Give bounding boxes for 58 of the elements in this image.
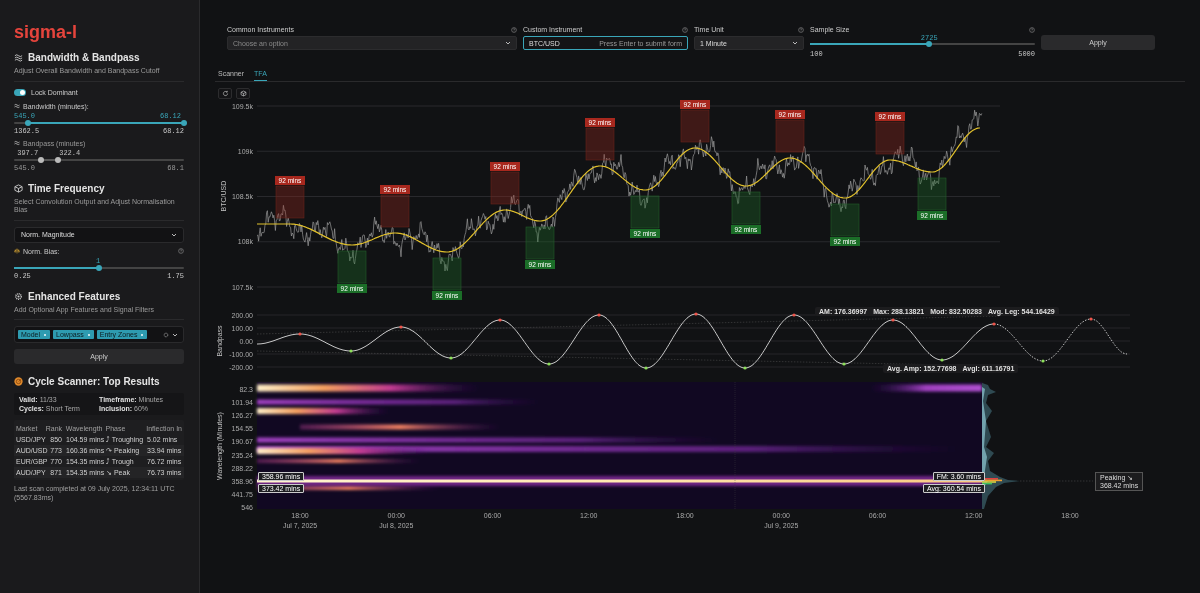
trough-dot (449, 356, 453, 360)
cycle-zone (775, 119, 805, 153)
caret-icon (172, 332, 178, 337)
trough-dot (349, 349, 353, 353)
cube-icon (14, 183, 23, 193)
slider-track[interactable] (14, 121, 184, 124)
peak-dot (694, 312, 698, 316)
slider-thumb[interactable] (96, 264, 102, 271)
peak-dot (399, 325, 403, 329)
section-title: Bandwidth & Bandpass (28, 52, 140, 63)
cycle-zone (380, 194, 410, 228)
peak-dot (792, 313, 796, 317)
slider-track[interactable] (14, 266, 184, 269)
trough-dot (940, 358, 944, 362)
trough-dot (743, 366, 747, 370)
cycle-zone (275, 185, 305, 219)
peak-dot (597, 313, 601, 317)
section-title: Cycle Scanner: Top Results (28, 376, 160, 387)
cycle-zone (731, 191, 761, 225)
cycle-zone (680, 109, 710, 143)
slider-thumb[interactable] (24, 119, 31, 126)
cycle-zone (875, 121, 905, 155)
toggle-switch[interactable] (14, 89, 26, 96)
peak-dot (992, 322, 996, 326)
cube-icon[interactable] (236, 88, 250, 99)
cycle-zone (585, 127, 615, 161)
peak-dot (1089, 317, 1093, 321)
scale-icon (14, 248, 20, 254)
peak-dot (498, 318, 502, 322)
slider-thumb[interactable] (181, 119, 187, 126)
cycle-zone (432, 257, 462, 291)
waves-icon (14, 53, 23, 62)
peak-dot (891, 318, 895, 322)
trough-dot (644, 366, 648, 370)
gear-icon (14, 291, 23, 301)
trough-dot (1041, 359, 1045, 363)
cycle-zone (630, 195, 660, 229)
slider-thumb[interactable] (926, 41, 933, 47)
logo: sigma-l (14, 22, 78, 42)
section-title: Time Frequency (28, 182, 105, 194)
cycle-zone (917, 177, 947, 211)
caret-icon (171, 232, 177, 237)
section-title: Enhanced Features (28, 290, 121, 302)
peak-dot (298, 332, 302, 336)
caret-icon (505, 41, 511, 45)
cycle-zone (490, 171, 520, 205)
cycle-zone (525, 226, 555, 260)
cycle-zone (830, 203, 860, 237)
trough-dot (547, 362, 551, 366)
waves-icon (14, 140, 20, 146)
cycle-zone (337, 250, 367, 284)
trough-dot (842, 362, 846, 366)
waves-icon (14, 103, 20, 109)
caret-icon (792, 41, 798, 45)
radar-icon (14, 377, 23, 386)
refresh-icon[interactable] (218, 88, 232, 99)
gear-icon[interactable] (163, 331, 169, 338)
slider-track[interactable] (14, 158, 184, 161)
